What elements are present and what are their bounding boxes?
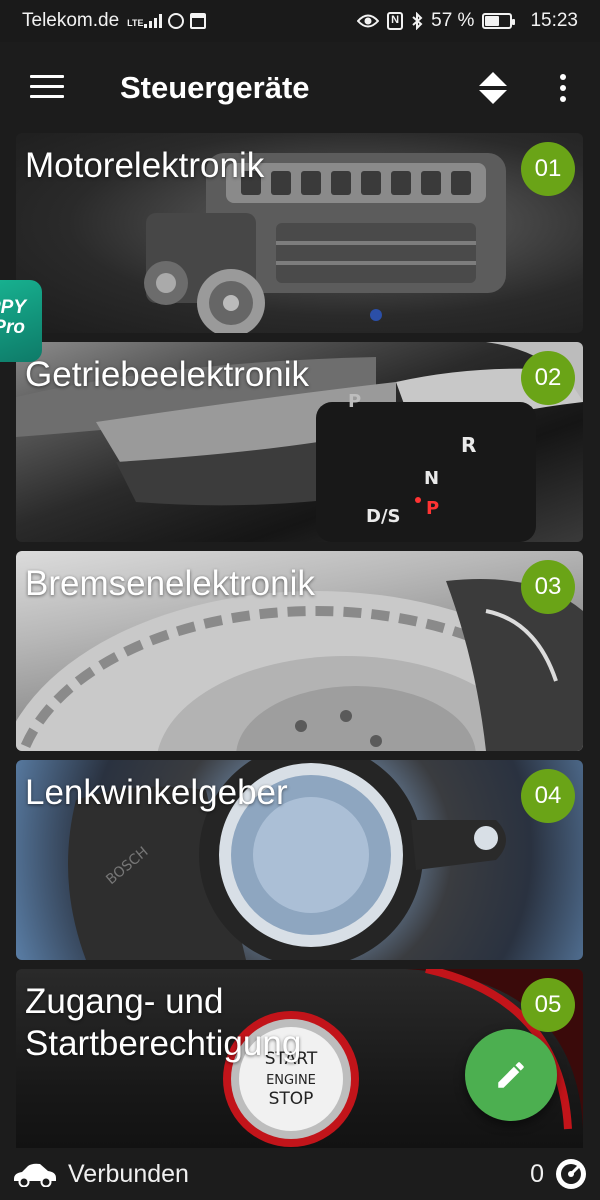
svg-text:P: P <box>426 498 439 519</box>
edit-fab-button[interactable] <box>465 1029 557 1121</box>
page-title: Steuergeräte <box>120 70 310 105</box>
control-unit-list: Motorelektronik 01 P R N P D/S Getriebee… <box>16 133 583 1178</box>
connection-status-label: Verbunden <box>68 1159 189 1188</box>
status-bar: Telekom.de LTE N 57 % 15:23 <box>0 0 600 42</box>
network-type-label: LTE <box>127 18 144 28</box>
control-unit-title: Motorelektronik <box>25 146 265 185</box>
gauge-icon[interactable] <box>554 1157 588 1191</box>
control-unit-number-badge: 02 <box>521 351 575 405</box>
nfc-icon: N <box>387 12 404 30</box>
floating-app-bubble[interactable]: PPY IPro <box>0 280 42 362</box>
carrier-label: Telekom.de <box>22 10 120 31</box>
control-unit-card-getriebeelektronik[interactable]: P R N P D/S Getriebeelektronik 02 <box>16 342 583 542</box>
control-unit-card-bremsenelektronik[interactable]: Bremsenelektronik 03 <box>16 551 583 751</box>
sort-icon[interactable] <box>477 70 509 106</box>
control-unit-title: Bremsenelektronik <box>25 564 315 603</box>
gear-label-r: R <box>461 433 476 457</box>
control-unit-number-badge: 03 <box>521 560 575 614</box>
start-button-text-line-3: STOP <box>269 1089 314 1109</box>
calendar-icon <box>189 13 206 29</box>
app-bar: Steuergeräte <box>0 42 600 132</box>
eye-icon <box>357 14 380 28</box>
control-unit-card-motorelektronik[interactable]: Motorelektronik 01 <box>16 133 583 333</box>
do-not-disturb-icon <box>167 13 184 29</box>
control-unit-title: Lenkwinkelgeber <box>25 773 288 812</box>
gear-label-n: N <box>424 468 439 489</box>
battery-percent: 57 % <box>431 10 475 31</box>
signal-icon: LTE <box>125 14 162 28</box>
control-unit-title: Getriebeelektronik <box>25 355 310 394</box>
start-button-text-line-2: ENGINE <box>266 1073 316 1088</box>
menu-icon[interactable] <box>30 75 64 99</box>
control-unit-number-badge: 05 <box>521 978 575 1032</box>
edit-icon <box>498 1062 524 1088</box>
floating-app-bubble-label: PPY IPro <box>0 297 27 338</box>
fault-count: 0 <box>530 1159 544 1188</box>
control-unit-number-badge: 04 <box>521 769 575 823</box>
more-vert-icon[interactable] <box>554 72 572 104</box>
control-unit-title: Zugang- und Startberechtigung <box>25 982 302 1063</box>
gear-label-ds: D/S <box>366 506 400 527</box>
connection-status-bar: Verbunden 0 <box>0 1148 600 1200</box>
bluetooth-icon <box>412 12 423 30</box>
battery-icon <box>482 13 516 29</box>
car-icon <box>14 1163 56 1187</box>
gear-label-p: P <box>348 391 361 412</box>
clock: 15:23 <box>530 10 578 31</box>
control-unit-number-badge: 01 <box>521 142 575 196</box>
control-unit-card-lenkwinkelgeber[interactable]: BOSCH Lenkwinkelgeber 04 <box>16 760 583 960</box>
